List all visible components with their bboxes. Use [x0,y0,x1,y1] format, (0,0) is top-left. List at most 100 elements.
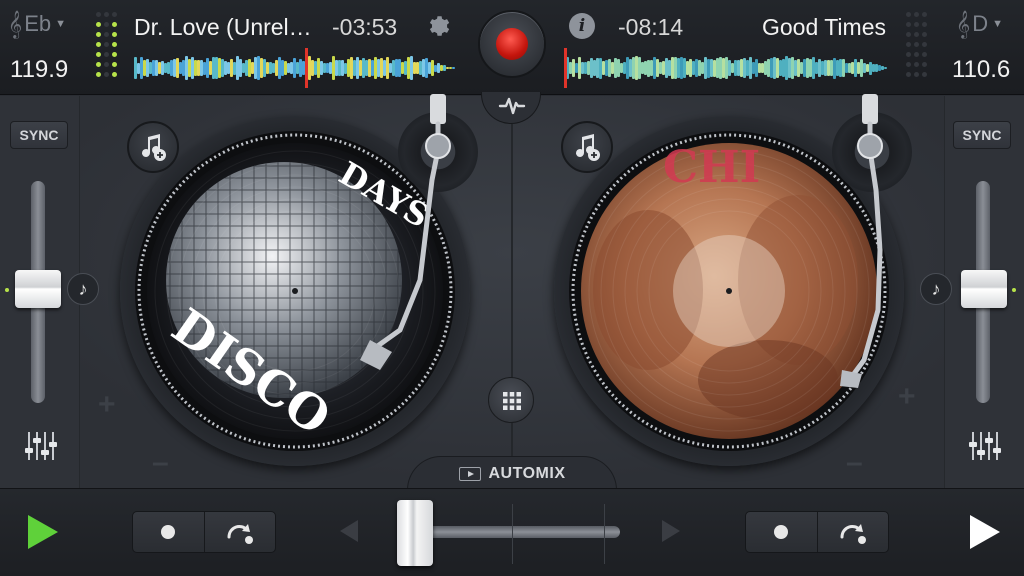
left-cue-button[interactable] [133,512,204,552]
crossfader-left-arrow[interactable] [340,520,358,542]
left-add-track-button[interactable] [127,121,179,173]
right-pitch-center-marker [1012,288,1016,292]
waveform-icon [498,97,526,115]
crossfader-right-arrow[interactable] [662,520,680,542]
right-cue-loop-group [745,511,889,553]
chevron-down-icon: ▼ [55,18,66,30]
right-level-meter [906,12,928,84]
level-meter-dot [112,72,117,77]
chevron-down-icon: ▼ [992,18,1003,30]
left-key-selector[interactable]: 𝄞 Eb ▼ [8,10,66,38]
automix-icon [458,466,481,481]
record-dot-icon [774,525,789,539]
crossfader-right-line [604,504,605,564]
record-dot-icon [161,525,176,539]
right-track-title[interactable]: Good Times [762,14,886,41]
record-button[interactable] [478,10,546,78]
right-cue-button[interactable] [746,512,817,552]
left-equalizer-sliders-icon[interactable] [22,428,58,464]
crossfader-center-line [512,504,513,564]
left-sync-button[interactable]: SYNC [10,121,68,149]
left-playhead [305,48,308,88]
left-plus-marker: + [98,388,116,421]
left-play-button[interactable] [28,515,58,549]
level-meter-dot [914,22,919,27]
level-meter-dot [906,62,911,67]
level-meter-dot [104,72,109,77]
left-time-remaining: -03:53 [332,14,398,40]
loop-arrow-icon [227,524,253,544]
music-note-plus-icon [576,134,600,161]
level-meter-dot [96,72,101,77]
right-pitch-slider-knob[interactable] [961,270,1007,308]
loop-arrow-icon [840,524,866,544]
right-key-selector[interactable]: 𝄞 D ▼ [956,10,1003,38]
right-key-label: D [972,11,989,36]
level-meter-dot [922,32,927,37]
left-loop-button[interactable] [203,512,276,552]
waveform-toggle-button[interactable] [481,92,541,124]
level-meter-dot [906,32,911,37]
level-meter-dot [104,32,109,37]
left-tonearm[interactable] [340,90,470,380]
level-meter-dot [112,12,117,17]
pads-grid-button[interactable] [488,377,534,423]
level-meter-dot [104,12,109,17]
level-meter-dot [922,12,927,17]
automix-label: AUTOMIX [488,464,566,482]
right-add-track-button[interactable] [561,121,613,173]
right-bpm: 110.6 [952,56,1011,83]
treble-clef-icon: 𝄞 [8,10,23,38]
automix-button[interactable]: AUTOMIX [407,456,617,490]
music-note-plus-icon [142,134,166,161]
right-playhead [564,48,567,88]
level-meter-dot [914,52,919,57]
left-waveform[interactable] [134,52,455,84]
level-meter-dot [906,72,911,77]
right-time-remaining: -08:14 [618,14,684,40]
crossfader-track[interactable] [414,526,620,538]
right-loop-button[interactable] [816,512,889,552]
grid-icon [503,392,521,410]
left-pitch-slider-knob[interactable] [15,270,61,308]
level-meter-dot [914,12,919,17]
level-meter-dot [922,52,927,57]
level-meter-dot [96,62,101,67]
right-music-note-button[interactable]: ♪ [920,273,952,305]
level-meter-dot [112,22,117,27]
treble-clef-icon: 𝄞 [956,10,971,38]
crossfader-knob[interactable] [397,500,433,566]
level-meter-dot [906,42,911,47]
deck-divider [511,124,513,484]
left-music-note-button[interactable]: ♪ [67,273,99,305]
level-meter-dot [104,52,109,57]
level-meter-dot [104,22,109,27]
right-play-button[interactable] [970,515,1000,549]
level-meter-dot [914,42,919,47]
level-meter-dot [906,12,911,17]
left-track-title[interactable]: Dr. Love (Unrel… [134,14,312,41]
waveform-bar [452,66,455,69]
level-meter-dot [906,52,911,57]
level-meter-dot [104,62,109,67]
level-meter-dot [96,42,101,47]
level-meter-dot [922,22,927,27]
level-meter-dot [914,72,919,77]
level-meter-dot [96,52,101,57]
level-meter-dot [914,62,919,67]
level-meter-dot [96,12,101,17]
left-pitch-center-marker [5,288,9,292]
left-bpm: 119.9 [10,56,69,83]
left-key-label: Eb [24,11,52,36]
info-icon[interactable]: i [569,13,595,39]
left-level-meter [96,12,118,84]
right-waveform[interactable] [566,52,887,84]
right-equalizer-sliders-icon[interactable] [966,428,1002,464]
level-meter-dot [112,62,117,67]
level-meter-dot [96,22,101,27]
right-sync-button[interactable]: SYNC [953,121,1011,149]
waveform-bar [884,66,887,69]
level-meter-dot [104,42,109,47]
right-tonearm[interactable] [800,90,910,390]
gear-icon[interactable] [426,13,452,39]
